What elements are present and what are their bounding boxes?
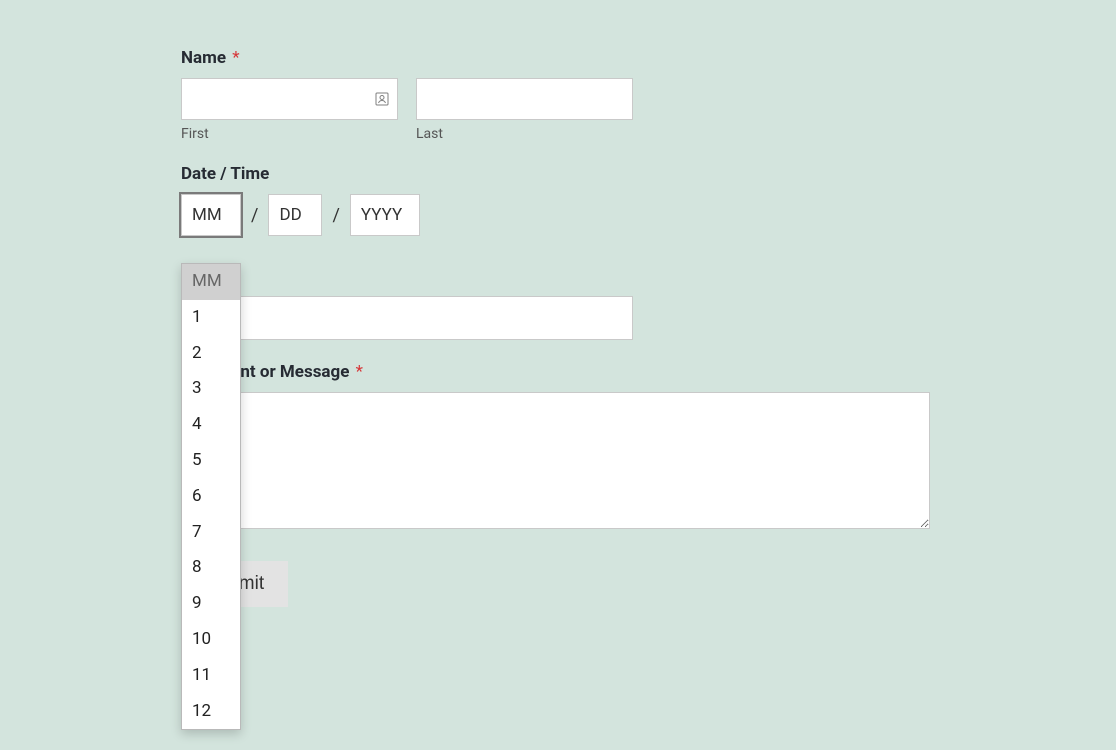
date-row: MM / DD / YYYY <box>181 194 941 236</box>
comment-field: Comment or Message * <box>181 362 941 533</box>
form-container: Name * First Last Date <box>181 48 941 607</box>
name-label-text: Name <box>181 48 226 68</box>
name-label: Name * <box>181 48 941 68</box>
required-marker: * <box>356 362 363 382</box>
month-placeholder: MM <box>192 205 222 225</box>
required-marker: * <box>232 48 239 68</box>
comment-label: Comment or Message * <box>181 362 941 382</box>
date-separator-1: / <box>251 205 258 226</box>
first-name-col: First <box>181 78 398 142</box>
first-name-sublabel: First <box>181 126 398 142</box>
month-option-5[interactable]: 5 <box>182 443 240 479</box>
month-option-7[interactable]: 7 <box>182 515 240 551</box>
day-select[interactable]: DD <box>268 194 322 236</box>
month-option-4[interactable]: 4 <box>182 407 240 443</box>
month-option-8[interactable]: 8 <box>182 550 240 586</box>
month-option-10[interactable]: 10 <box>182 622 240 658</box>
day-placeholder: DD <box>279 205 301 225</box>
month-option-9[interactable]: 9 <box>182 586 240 622</box>
month-option-2[interactable]: 2 <box>182 336 240 372</box>
last-name-sublabel: Last <box>416 126 633 142</box>
month-option-6[interactable]: 6 <box>182 479 240 515</box>
last-name-input[interactable] <box>416 78 633 120</box>
date-field: Date / Time MM / DD / YYYY <box>181 164 941 236</box>
month-select[interactable]: MM <box>181 194 241 236</box>
comment-textarea[interactable] <box>181 392 930 529</box>
name-field: Name * First Last <box>181 48 941 142</box>
date-label: Date / Time <box>181 164 941 184</box>
contact-card-icon <box>374 91 390 107</box>
month-option-placeholder[interactable]: MM <box>182 264 240 300</box>
date-separator-2: / <box>332 205 339 226</box>
month-option-12[interactable]: 12 <box>182 694 240 730</box>
last-name-col: Last <box>416 78 633 142</box>
email-input[interactable] <box>181 296 633 340</box>
year-placeholder: YYYY <box>361 205 402 225</box>
email-field: Email * <box>181 266 941 340</box>
month-option-1[interactable]: 1 <box>182 300 240 336</box>
year-select[interactable]: YYYY <box>350 194 420 236</box>
month-dropdown[interactable]: MM 1 2 3 4 5 6 7 8 9 10 11 12 <box>181 263 241 730</box>
name-row: First Last <box>181 78 941 142</box>
month-option-11[interactable]: 11 <box>182 658 240 694</box>
month-option-3[interactable]: 3 <box>182 371 240 407</box>
first-name-input[interactable] <box>181 78 398 120</box>
